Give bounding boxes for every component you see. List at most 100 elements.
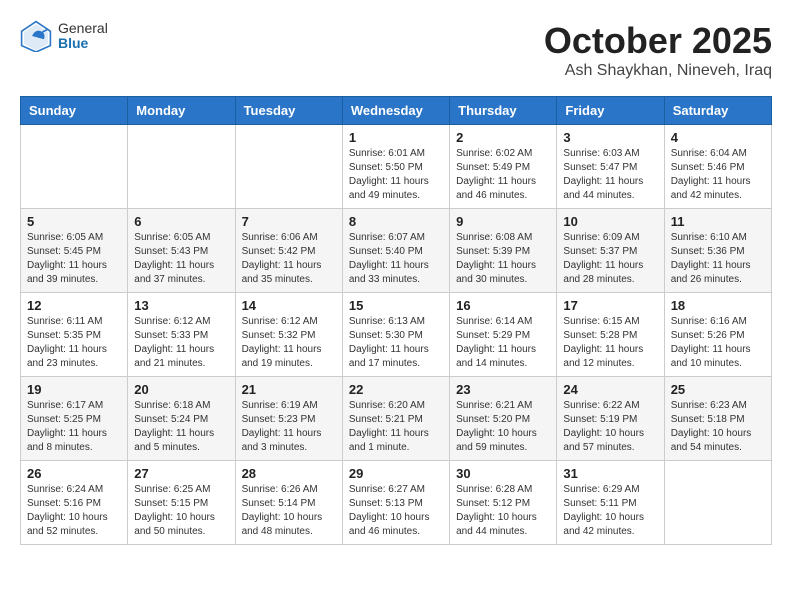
day-number: 24 — [563, 382, 657, 397]
day-number: 19 — [27, 382, 121, 397]
calendar-cell: 19 Sunrise: 6:17 AM Sunset: 5:25 PM Dayli… — [21, 377, 128, 461]
day-info: Sunrise: 6:19 AM Sunset: 5:23 PM Dayligh… — [242, 399, 336, 455]
calendar-cell: 5 Sunrise: 6:05 AM Sunset: 5:45 PM Daylig… — [21, 209, 128, 293]
day-number: 29 — [349, 466, 443, 481]
day-number: 6 — [134, 214, 228, 229]
day-info: Sunrise: 6:10 AM Sunset: 5:36 PM Dayligh… — [671, 231, 765, 287]
day-info: Sunrise: 6:05 AM Sunset: 5:45 PM Dayligh… — [27, 231, 121, 287]
day-number: 27 — [134, 466, 228, 481]
calendar-table: SundayMondayTuesdayWednesdayThursdayFrid… — [20, 96, 772, 545]
day-info: Sunrise: 6:12 AM Sunset: 5:33 PM Dayligh… — [134, 315, 228, 371]
day-info: Sunrise: 6:06 AM Sunset: 5:42 PM Dayligh… — [242, 231, 336, 287]
day-number: 26 — [27, 466, 121, 481]
calendar-cell: 10Sunrise: 6:09 AM Sunset: 5:37 PM Dayli… — [557, 209, 664, 293]
day-number: 25 — [671, 382, 765, 397]
day-info: Sunrise: 6:21 AM Sunset: 5:20 PM Dayligh… — [456, 399, 550, 455]
day-number: 23 — [456, 382, 550, 397]
day-info: Sunrise: 6:18 AM Sunset: 5:24 PM Dayligh… — [134, 399, 228, 455]
calendar-cell: 13 Sunrise: 6:12 AM Sunset: 5:33 PM Dayli… — [128, 293, 235, 377]
calendar-cell: 30Sunrise: 6:28 AM Sunset: 5:12 PM Dayli… — [450, 461, 557, 545]
header-cell-monday: Monday — [128, 97, 235, 125]
calendar-cell: 25 Sunrise: 6:23 AM Sunset: 5:18 PM Dayli… — [664, 377, 771, 461]
week-row-3: 19 Sunrise: 6:17 AM Sunset: 5:25 PM Dayli… — [21, 377, 772, 461]
day-info: Sunrise: 6:07 AM Sunset: 5:40 PM Dayligh… — [349, 231, 443, 287]
header-cell-thursday: Thursday — [450, 97, 557, 125]
day-info: Sunrise: 6:27 AM Sunset: 5:13 PM Dayligh… — [349, 483, 443, 539]
calendar-cell: 3Sunrise: 6:03 AM Sunset: 5:47 PM Daylig… — [557, 125, 664, 209]
day-number: 12 — [27, 298, 121, 313]
calendar-cell: 15 Sunrise: 6:13 AM Sunset: 5:30 PM Dayli… — [342, 293, 449, 377]
week-row-4: 26 Sunrise: 6:24 AM Sunset: 5:16 PM Dayli… — [21, 461, 772, 545]
day-info: Sunrise: 6:20 AM Sunset: 5:21 PM Dayligh… — [349, 399, 443, 455]
calendar-cell: 21 Sunrise: 6:19 AM Sunset: 5:23 PM Dayli… — [235, 377, 342, 461]
day-info: Sunrise: 6:26 AM Sunset: 5:14 PM Dayligh… — [242, 483, 336, 539]
day-info: Sunrise: 6:12 AM Sunset: 5:32 PM Dayligh… — [242, 315, 336, 371]
day-info: Sunrise: 6:28 AM Sunset: 5:12 PM Dayligh… — [456, 483, 550, 539]
day-info: Sunrise: 6:09 AM Sunset: 5:37 PM Dayligh… — [563, 231, 657, 287]
day-number: 28 — [242, 466, 336, 481]
day-info: Sunrise: 6:22 AM Sunset: 5:19 PM Dayligh… — [563, 399, 657, 455]
header-cell-saturday: Saturday — [664, 97, 771, 125]
calendar-cell: 1Sunrise: 6:01 AM Sunset: 5:50 PM Daylig… — [342, 125, 449, 209]
calendar-cell: 24 Sunrise: 6:22 AM Sunset: 5:19 PM Dayli… — [557, 377, 664, 461]
calendar-cell: 11 Sunrise: 6:10 AM Sunset: 5:36 PM Dayli… — [664, 209, 771, 293]
calendar-cell: 29 Sunrise: 6:27 AM Sunset: 5:13 PM Dayli… — [342, 461, 449, 545]
day-number: 13 — [134, 298, 228, 313]
day-number: 16 — [456, 298, 550, 313]
calendar-cell: 12Sunrise: 6:11 AM Sunset: 5:35 PM Dayli… — [21, 293, 128, 377]
calendar-subtitle: Ash Shaykhan, Nineveh, Iraq — [544, 62, 772, 80]
day-info: Sunrise: 6:01 AM Sunset: 5:50 PM Dayligh… — [349, 147, 443, 203]
calendar-cell: 17 Sunrise: 6:15 AM Sunset: 5:28 PM Dayli… — [557, 293, 664, 377]
calendar-cell: 26 Sunrise: 6:24 AM Sunset: 5:16 PM Dayli… — [21, 461, 128, 545]
logo-blue-label: Blue — [58, 36, 108, 51]
calendar-cell: 4 Sunrise: 6:04 AM Sunset: 5:46 PM Daylig… — [664, 125, 771, 209]
day-info: Sunrise: 6:17 AM Sunset: 5:25 PM Dayligh… — [27, 399, 121, 455]
day-number: 15 — [349, 298, 443, 313]
day-info: Sunrise: 6:15 AM Sunset: 5:28 PM Dayligh… — [563, 315, 657, 371]
calendar-header: SundayMondayTuesdayWednesdayThursdayFrid… — [21, 97, 772, 125]
day-number: 17 — [563, 298, 657, 313]
day-info: Sunrise: 6:13 AM Sunset: 5:30 PM Dayligh… — [349, 315, 443, 371]
day-number: 11 — [671, 214, 765, 229]
day-info: Sunrise: 6:16 AM Sunset: 5:26 PM Dayligh… — [671, 315, 765, 371]
calendar-cell: 31 Sunrise: 6:29 AM Sunset: 5:11 PM Dayli… — [557, 461, 664, 545]
day-number: 9 — [456, 214, 550, 229]
logo-general-label: General — [58, 21, 108, 36]
calendar-body: 1Sunrise: 6:01 AM Sunset: 5:50 PM Daylig… — [21, 125, 772, 545]
calendar-cell: 27Sunrise: 6:25 AM Sunset: 5:15 PM Dayli… — [128, 461, 235, 545]
day-info: Sunrise: 6:04 AM Sunset: 5:46 PM Dayligh… — [671, 147, 765, 203]
calendar-cell — [21, 125, 128, 209]
header: General Blue October 2025 Ash Shaykhan, … — [20, 20, 772, 80]
day-number: 18 — [671, 298, 765, 313]
day-number: 2 — [456, 130, 550, 145]
day-number: 3 — [563, 130, 657, 145]
calendar-cell: 18 Sunrise: 6:16 AM Sunset: 5:26 PM Dayli… — [664, 293, 771, 377]
calendar-cell — [664, 461, 771, 545]
calendar-cell — [235, 125, 342, 209]
header-cell-tuesday: Tuesday — [235, 97, 342, 125]
week-row-2: 12Sunrise: 6:11 AM Sunset: 5:35 PM Dayli… — [21, 293, 772, 377]
calendar-cell: 9Sunrise: 6:08 AM Sunset: 5:39 PM Daylig… — [450, 209, 557, 293]
day-info: Sunrise: 6:23 AM Sunset: 5:18 PM Dayligh… — [671, 399, 765, 455]
day-number: 31 — [563, 466, 657, 481]
day-info: Sunrise: 6:14 AM Sunset: 5:29 PM Dayligh… — [456, 315, 550, 371]
calendar-cell: 7Sunrise: 6:06 AM Sunset: 5:42 PM Daylig… — [235, 209, 342, 293]
day-number: 21 — [242, 382, 336, 397]
calendar-cell: 14 Sunrise: 6:12 AM Sunset: 5:32 PM Dayli… — [235, 293, 342, 377]
day-number: 14 — [242, 298, 336, 313]
day-info: Sunrise: 6:02 AM Sunset: 5:49 PM Dayligh… — [456, 147, 550, 203]
calendar-cell: 28 Sunrise: 6:26 AM Sunset: 5:14 PM Dayli… — [235, 461, 342, 545]
title-section: October 2025 Ash Shaykhan, Nineveh, Iraq — [544, 20, 772, 80]
day-info: Sunrise: 6:29 AM Sunset: 5:11 PM Dayligh… — [563, 483, 657, 539]
calendar-cell: 8Sunrise: 6:07 AM Sunset: 5:40 PM Daylig… — [342, 209, 449, 293]
header-row: SundayMondayTuesdayWednesdayThursdayFrid… — [21, 97, 772, 125]
calendar-cell: 6Sunrise: 6:05 AM Sunset: 5:43 PM Daylig… — [128, 209, 235, 293]
week-row-0: 1Sunrise: 6:01 AM Sunset: 5:50 PM Daylig… — [21, 125, 772, 209]
week-row-1: 5 Sunrise: 6:05 AM Sunset: 5:45 PM Daylig… — [21, 209, 772, 293]
calendar-cell: 22Sunrise: 6:20 AM Sunset: 5:21 PM Dayli… — [342, 377, 449, 461]
day-number: 4 — [671, 130, 765, 145]
day-info: Sunrise: 6:24 AM Sunset: 5:16 PM Dayligh… — [27, 483, 121, 539]
logo: General Blue — [20, 20, 108, 52]
logo-icon — [20, 20, 52, 52]
day-number: 5 — [27, 214, 121, 229]
